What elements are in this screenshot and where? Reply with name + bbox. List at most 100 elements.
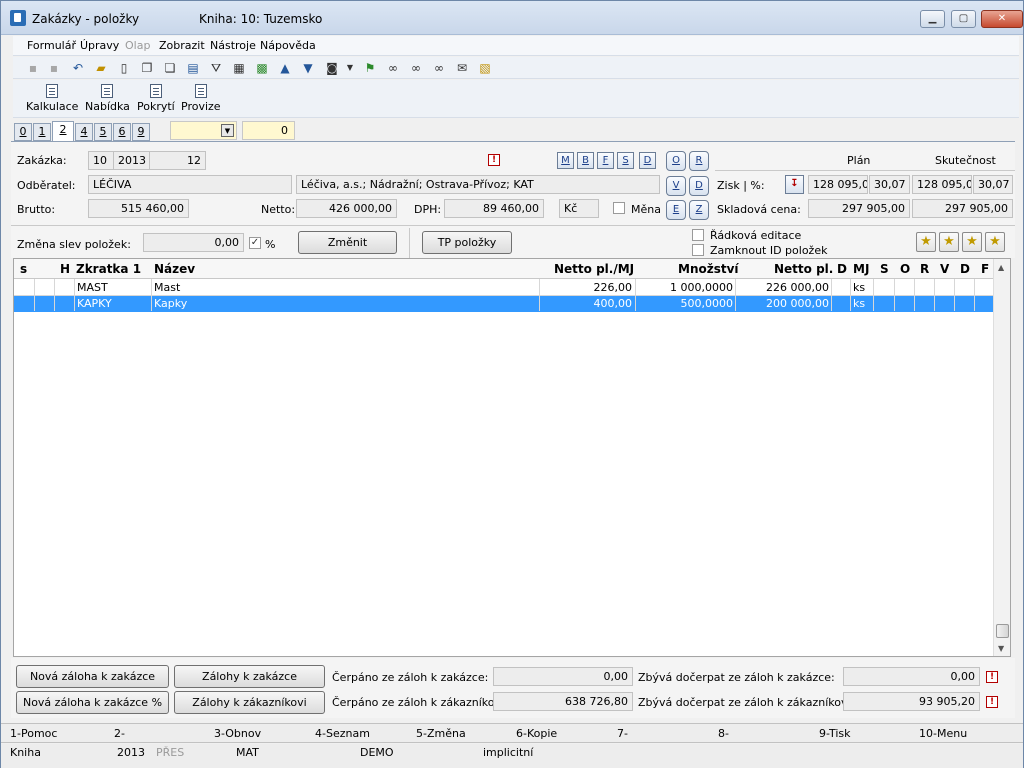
- fkey-4[interactable]: 4-Seznam: [315, 727, 370, 740]
- v-button[interactable]: V: [666, 176, 686, 196]
- col-netto-mj[interactable]: Netto pl./MJ: [554, 262, 634, 276]
- col-r[interactable]: R: [920, 262, 929, 276]
- undo-icon[interactable]: ↶: [70, 60, 86, 76]
- arrow-up-icon[interactable]: ▲: [277, 60, 293, 76]
- menu-formular[interactable]: Formulář: [27, 39, 76, 52]
- flag-icon[interactable]: ⚑: [362, 60, 378, 76]
- scroll-down-icon[interactable]: ▼: [998, 644, 1004, 653]
- fkey-10[interactable]: 10-Menu: [919, 727, 967, 740]
- warning-icon[interactable]: !: [488, 154, 500, 166]
- tab-0[interactable]: 0: [14, 123, 32, 141]
- col-nazev[interactable]: Název: [154, 262, 195, 276]
- scroll-up-icon[interactable]: ▲: [998, 263, 1004, 272]
- zakazka-year-field[interactable]: 2013: [113, 151, 150, 170]
- table-row-selected[interactable]: KAPKY Kapky 400,00 500,0000 200 000,00 k…: [14, 296, 994, 312]
- tab-2[interactable]: 2: [52, 121, 74, 142]
- paste-icon[interactable]: ❏: [162, 60, 178, 76]
- percent-checkbox[interactable]: ✓: [249, 237, 261, 249]
- table-row[interactable]: MAST Mast 226,00 1 000,0000 226 000,00 k…: [14, 280, 994, 296]
- fkey-3[interactable]: 3-Obnov: [214, 727, 261, 740]
- zmenit-button[interactable]: Změnit: [298, 231, 397, 254]
- fkey-7[interactable]: 7-: [617, 727, 628, 740]
- book-icon[interactable]: ▤: [185, 60, 201, 76]
- scroll-thumb[interactable]: [996, 624, 1009, 638]
- menu-upravy[interactable]: Úpravy: [80, 39, 119, 52]
- binoculars-icon[interactable]: ∞: [385, 60, 401, 76]
- maximize-button[interactable]: ▢: [951, 10, 976, 28]
- col-v[interactable]: V: [940, 262, 949, 276]
- col-o[interactable]: O: [900, 262, 910, 276]
- col-s[interactable]: s: [20, 262, 27, 276]
- col-s2[interactable]: S: [880, 262, 889, 276]
- kalkulace-button[interactable]: Kalkulace: [26, 84, 78, 113]
- fkey-9[interactable]: 9-Tisk: [819, 727, 851, 740]
- fkey-5[interactable]: 5-Změna: [416, 727, 466, 740]
- arrow-down-icon[interactable]: ↧: [785, 175, 804, 194]
- tab-1[interactable]: 1: [33, 123, 51, 141]
- d-button[interactable]: D: [639, 152, 656, 169]
- stack-icon[interactable]: ▩: [254, 60, 270, 76]
- star-add-icon[interactable]: ★: [939, 232, 959, 252]
- col-d2[interactable]: D: [960, 262, 970, 276]
- camera-icon[interactable]: ◙: [324, 60, 340, 76]
- provize-button[interactable]: Provize: [181, 84, 221, 113]
- tab-5[interactable]: 5: [94, 123, 112, 141]
- s-button[interactable]: S: [617, 152, 634, 169]
- envelope-icon[interactable]: ✉: [454, 60, 470, 76]
- star-remove-icon[interactable]: ★: [962, 232, 982, 252]
- binoculars-next-icon[interactable]: ∞: [408, 60, 424, 76]
- mena-checkbox[interactable]: [613, 202, 625, 214]
- save-icon[interactable]: ▪: [25, 60, 41, 76]
- col-zkratka[interactable]: Zkratka 1: [76, 262, 141, 276]
- star-icon[interactable]: ★: [916, 232, 936, 252]
- filter-document-icon[interactable]: ▦: [231, 60, 247, 76]
- copy-icon[interactable]: ❐: [139, 60, 155, 76]
- fkey-1[interactable]: 1-Pomoc: [10, 727, 57, 740]
- fkey-2[interactable]: 2-: [114, 727, 125, 740]
- zamknout-id-checkbox[interactable]: [692, 244, 704, 256]
- filter-select[interactable]: ▼: [170, 121, 237, 140]
- zalohy-zakazce-button[interactable]: Zálohy k zakázce: [174, 665, 325, 688]
- warning-icon[interactable]: !: [986, 696, 998, 708]
- new-document-icon[interactable]: ▯: [116, 60, 132, 76]
- tab-6[interactable]: 6: [113, 123, 131, 141]
- odberatel-code-field[interactable]: LÉČIVA: [88, 175, 292, 194]
- warning-icon[interactable]: !: [986, 671, 998, 683]
- z-button[interactable]: Z: [689, 200, 709, 220]
- save-as-icon[interactable]: ▪: [46, 60, 62, 76]
- dropdown-arrow-icon[interactable]: ▼: [342, 60, 358, 76]
- tab-4[interactable]: 4: [75, 123, 93, 141]
- zalohy-zakaznikovi-button[interactable]: Zálohy k zákazníkovi: [174, 691, 325, 714]
- b-button[interactable]: B: [577, 152, 594, 169]
- m-button[interactable]: M: [557, 152, 574, 169]
- tp-polozky-button[interactable]: TP položky: [422, 231, 512, 254]
- star-manage-icon[interactable]: ★: [985, 232, 1005, 252]
- chevron-down-icon[interactable]: ▼: [221, 124, 234, 137]
- fkey-6[interactable]: 6-Kopie: [516, 727, 557, 740]
- radkova-editace-checkbox[interactable]: [692, 229, 704, 241]
- pokryti-button[interactable]: Pokrytí: [137, 84, 175, 113]
- close-button[interactable]: ✕: [981, 10, 1023, 28]
- d-side-button[interactable]: D: [689, 176, 709, 196]
- col-netto[interactable]: Netto pl.: [774, 262, 833, 276]
- col-h[interactable]: H: [60, 262, 70, 276]
- menu-olap[interactable]: Olap: [125, 39, 150, 52]
- zakazka-number-field[interactable]: 12: [149, 151, 206, 170]
- o-button[interactable]: O: [666, 151, 686, 171]
- menu-zobrazit[interactable]: Zobrazit: [159, 39, 205, 52]
- menu-napoveda[interactable]: Nápověda: [260, 39, 316, 52]
- tab-9[interactable]: 9: [132, 123, 150, 141]
- f-button[interactable]: F: [597, 152, 614, 169]
- fkey-8[interactable]: 8-: [718, 727, 729, 740]
- minimize-button[interactable]: ▁: [920, 10, 945, 28]
- notes-icon[interactable]: ▧: [477, 60, 493, 76]
- nova-zaloha-pct-button[interactable]: Nová záloha k zakázce %: [16, 691, 169, 714]
- arrow-down-icon[interactable]: ▼: [300, 60, 316, 76]
- nova-zaloha-button[interactable]: Nová záloha k zakázce: [16, 665, 169, 688]
- binoculars-prev-icon[interactable]: ∞: [431, 60, 447, 76]
- col-f[interactable]: F: [981, 262, 989, 276]
- odberatel-name-field[interactable]: Léčiva, a.s.; Nádražní; Ostrava-Přívoz; …: [296, 175, 660, 194]
- filter-icon[interactable]: ⛛: [208, 60, 224, 76]
- e-button[interactable]: E: [666, 200, 686, 220]
- open-folder-icon[interactable]: ▰: [93, 60, 109, 76]
